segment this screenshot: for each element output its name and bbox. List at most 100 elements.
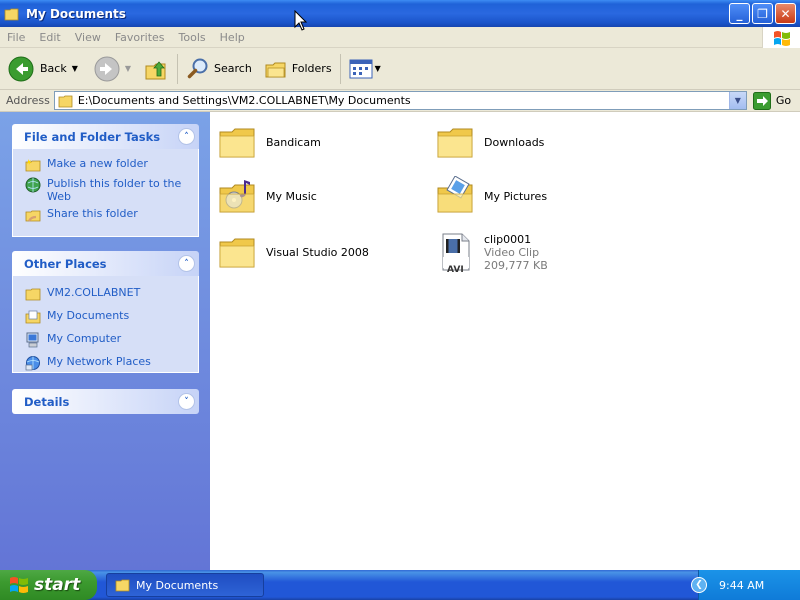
menu-view[interactable]: View [68, 31, 108, 44]
minimize-button[interactable]: _ [729, 3, 750, 24]
dropdown-arrow-icon[interactable]: ▼ [375, 64, 381, 73]
taskbar-item-my-documents[interactable]: My Documents [106, 573, 264, 597]
computer-icon [26, 332, 39, 348]
menu-favorites[interactable]: Favorites [108, 31, 172, 44]
start-label: start [34, 575, 81, 595]
chevron-down-icon[interactable]: ▼ [728, 92, 746, 109]
file-item[interactable]: Bandicam [218, 122, 321, 162]
folders-button[interactable]: Folders [260, 51, 336, 87]
place-label: VM2.COLLABNET [47, 286, 141, 299]
forward-arrow-icon [94, 56, 120, 81]
folder-icon [4, 8, 19, 20]
go-button[interactable]: Go [752, 91, 792, 110]
toolbar-separator [339, 53, 341, 84]
folder-icon [437, 128, 473, 158]
folder-icon [219, 238, 255, 268]
title-bar[interactable]: My Documents _ ❐ ✕ [0, 0, 800, 27]
file-item[interactable]: Downloads [436, 122, 544, 162]
file-name: Downloads [484, 135, 545, 149]
forward-button[interactable]: ▼ [90, 51, 135, 87]
panel-header[interactable]: Other Places ˄ [12, 251, 199, 276]
file-name: clip0001 [484, 232, 532, 246]
mouse-cursor-icon [294, 10, 308, 31]
pictures-folder-icon [437, 176, 473, 213]
menu-bar: File Edit View Favorites Tools Help [0, 27, 800, 48]
close-button[interactable]: ✕ [775, 3, 796, 24]
address-input[interactable]: E:\Documents and Settings\VM2.COLLABNET\… [53, 91, 747, 110]
file-item[interactable]: My Music [218, 176, 317, 216]
file-name: Bandicam [266, 135, 321, 149]
file-name: My Music [266, 189, 317, 203]
panel-title: File and Folder Tasks [24, 129, 161, 144]
back-label: Back [40, 62, 67, 75]
views-icon [349, 59, 373, 78]
folders-icon [265, 62, 286, 77]
new-folder-icon [25, 159, 41, 172]
panel-title: Details [24, 394, 70, 409]
globe-icon [25, 177, 41, 193]
menu-edit[interactable]: Edit [32, 31, 67, 44]
menu-tools[interactable]: Tools [172, 31, 213, 44]
folder-icon [219, 128, 255, 158]
clock[interactable]: 9:44 AM [719, 579, 764, 592]
folder-icon [25, 288, 41, 301]
panel-header[interactable]: File and Folder Tasks ˄ [12, 124, 199, 149]
place-my-computer[interactable]: My Computer [25, 332, 190, 348]
menu-file[interactable]: File [0, 31, 32, 44]
place-my-network-places[interactable]: My Network Places [25, 355, 190, 371]
task-make-new-folder[interactable]: Make a new folder [25, 157, 190, 173]
go-arrow-icon [752, 91, 771, 110]
up-folder-icon [145, 60, 166, 79]
expand-chevron-icon[interactable]: ˅ [178, 393, 195, 410]
back-arrow-icon [8, 56, 34, 81]
music-folder-icon [219, 180, 255, 213]
task-label: Make a new folder [47, 157, 148, 170]
views-button[interactable]: ▼ [345, 51, 385, 87]
file-folder-tasks-panel: File and Folder Tasks ˄ Make a new folde… [12, 124, 199, 237]
file-type: Video Clip [484, 245, 540, 259]
collapse-chevron-icon[interactable]: ˄ [178, 128, 195, 145]
start-button[interactable]: start [0, 570, 97, 600]
network-places-icon [25, 356, 40, 371]
dropdown-arrow-icon[interactable]: ▼ [125, 64, 131, 73]
panel-header[interactable]: Details ˅ [12, 389, 199, 414]
file-size: 209,777 KB [484, 258, 548, 272]
avi-video-file-icon [442, 233, 470, 271]
other-places-panel: Other Places ˄ VM2.COLLABNET My Document… [12, 251, 199, 373]
folders-label: Folders [291, 62, 332, 75]
search-button[interactable]: Search [182, 51, 256, 87]
task-publish-to-web[interactable]: Publish this folder to the Web [25, 177, 190, 203]
tray-expand-icon[interactable]: ❮ [691, 577, 707, 593]
share-folder-icon [25, 210, 41, 222]
place-label: My Computer [47, 332, 122, 345]
windows-logo-icon [10, 577, 28, 593]
file-name: Visual Studio 2008 [266, 245, 369, 259]
window-title: My Documents [26, 6, 126, 21]
address-value: E:\Documents and Settings\VM2.COLLABNET\… [77, 94, 411, 107]
file-item[interactable]: My Pictures [436, 176, 547, 216]
restore-button[interactable]: ❐ [752, 3, 773, 24]
file-item[interactable]: clip0001 Video Clip 209,777 KB [436, 232, 548, 272]
restore-icon: ❐ [757, 6, 768, 21]
task-label: Publish this folder to the Web [47, 177, 182, 203]
taskbar: start My Documents ❮ 9:44 AM [0, 570, 800, 600]
dropdown-arrow-icon[interactable]: ▼ [72, 64, 78, 73]
task-pane: File and Folder Tasks ˄ Make a new folde… [0, 112, 210, 570]
task-share-folder[interactable]: Share this folder [25, 207, 190, 223]
file-name: My Pictures [484, 189, 548, 203]
search-icon [187, 58, 208, 78]
go-label: Go [775, 94, 792, 107]
close-icon: ✕ [780, 6, 791, 21]
details-panel: Details ˅ [12, 389, 199, 414]
menu-help[interactable]: Help [213, 31, 252, 44]
my-documents-icon [25, 310, 41, 324]
address-label: Address [6, 94, 50, 107]
back-button[interactable]: Back ▼ [4, 51, 82, 87]
place-vm2-collabnet[interactable]: VM2.COLLABNET [25, 286, 190, 302]
place-my-documents[interactable]: My Documents [25, 309, 190, 325]
collapse-chevron-icon[interactable]: ˄ [178, 255, 195, 272]
up-folder-button[interactable] [139, 51, 173, 87]
toolbar-separator [177, 53, 179, 84]
windows-logo-icon [762, 27, 800, 48]
file-item[interactable]: Visual Studio 2008 [218, 232, 369, 272]
